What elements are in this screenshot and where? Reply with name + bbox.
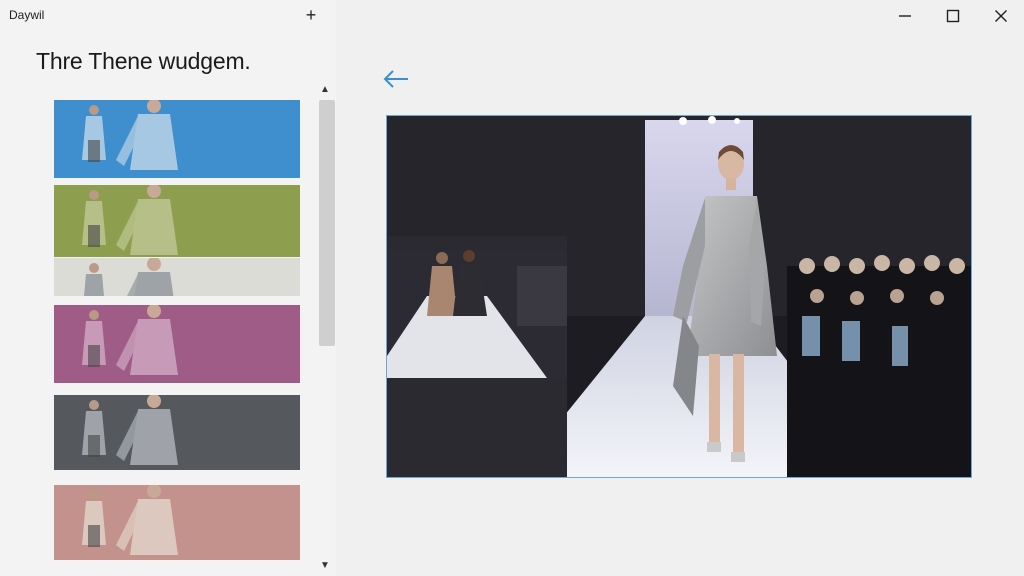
add-button[interactable]: + bbox=[300, 4, 322, 26]
thumbnail-figure bbox=[54, 100, 300, 178]
scroll-track[interactable] bbox=[318, 100, 335, 554]
maximize-button[interactable] bbox=[938, 4, 968, 28]
thumbnail-figure bbox=[54, 395, 300, 470]
thumbnail-green[interactable] bbox=[54, 185, 300, 257]
scroll-thumb[interactable] bbox=[319, 100, 335, 346]
inset-photo bbox=[387, 250, 567, 378]
thumbnail-figure bbox=[54, 485, 300, 560]
app-title: Daywil bbox=[9, 8, 45, 22]
back-arrow-icon bbox=[383, 70, 408, 88]
scroll-down-arrow-icon[interactable]: ▼ bbox=[316, 558, 334, 574]
sidebar: Daywil + Thre Thene wudgem. ▲ ▼ bbox=[0, 0, 336, 576]
close-icon bbox=[995, 10, 1007, 22]
photo-viewer[interactable] bbox=[386, 115, 972, 478]
thumbnail-rose[interactable] bbox=[54, 485, 300, 560]
scrollbar[interactable]: ▲ ▼ bbox=[316, 80, 335, 576]
thumbnail-figure bbox=[54, 258, 300, 296]
minimize-icon bbox=[899, 15, 911, 17]
back-button[interactable] bbox=[382, 64, 412, 94]
thumbnail-figure bbox=[54, 305, 300, 383]
scroll-up-arrow-icon[interactable]: ▲ bbox=[316, 82, 334, 98]
thumbnail-purple[interactable] bbox=[54, 305, 300, 383]
close-button[interactable] bbox=[986, 4, 1016, 28]
thumbnail-blue[interactable] bbox=[54, 100, 300, 178]
thumbnail-charcoal[interactable] bbox=[54, 395, 300, 470]
runway-photo bbox=[387, 116, 971, 477]
minimize-button[interactable] bbox=[890, 4, 920, 28]
panel-title: Thre Thene wudgem. bbox=[36, 48, 251, 74]
thumbnail-list bbox=[54, 100, 300, 570]
thumbnail-figure bbox=[54, 185, 300, 257]
thumbnail-light[interactable] bbox=[54, 258, 300, 296]
maximize-icon bbox=[946, 9, 960, 23]
main-area bbox=[336, 0, 1024, 576]
